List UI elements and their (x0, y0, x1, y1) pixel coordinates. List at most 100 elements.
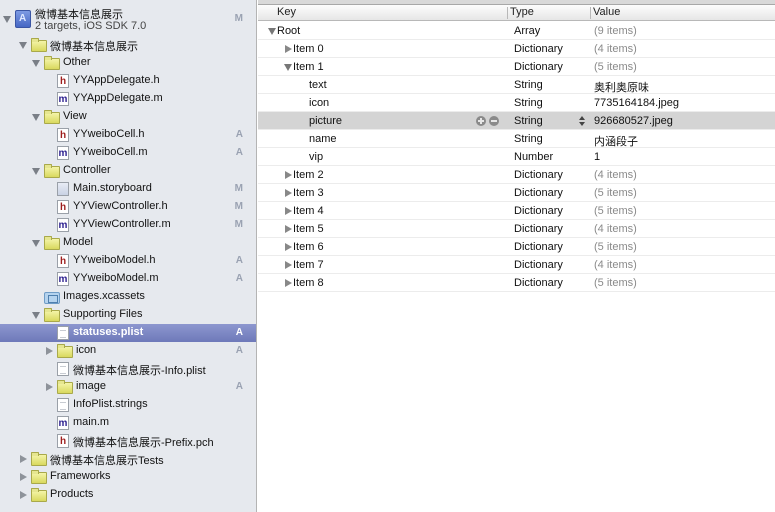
plist-row[interactable]: Item 3 Dictionary (5 items) (258, 184, 775, 202)
plist-type[interactable]: String (514, 79, 543, 91)
plist-row[interactable]: text String 奥利奥原味 (258, 76, 775, 94)
plist-type[interactable]: Dictionary (514, 187, 563, 199)
navigator-item[interactable]: h YYAppDelegate.h (0, 72, 256, 90)
disclosure-open-icon[interactable] (2, 14, 12, 24)
plist-type[interactable]: Dictionary (514, 205, 563, 217)
plist-value[interactable]: (5 items) (594, 205, 637, 217)
plist-type[interactable]: Array (514, 25, 540, 37)
navigator-item[interactable]: image A (0, 378, 256, 396)
navigator-item[interactable]: View (0, 108, 256, 126)
plist-value[interactable]: 7735164184.jpeg (594, 97, 679, 109)
plist-row[interactable]: Root Array (9 items) (258, 22, 775, 40)
navigator-item[interactable]: m YYweiboCell.m A (0, 144, 256, 162)
plist-key[interactable]: vip (309, 151, 323, 163)
column-divider[interactable] (590, 7, 591, 19)
navigator-item[interactable]: 微博基本信息展示 (0, 36, 256, 54)
plist-type[interactable]: Dictionary (514, 277, 563, 289)
disclosure-closed-icon[interactable] (283, 188, 293, 198)
navigator-item[interactable]: m YYAppDelegate.m (0, 90, 256, 108)
plist-value[interactable]: (5 items) (594, 277, 637, 289)
plist-value[interactable]: (4 items) (594, 43, 637, 55)
navigator-item[interactable]: InfoPlist.strings (0, 396, 256, 414)
plist-type[interactable]: Number (514, 151, 553, 163)
plist-row[interactable]: Item 7 Dictionary (4 items) (258, 256, 775, 274)
disclosure-closed-icon[interactable] (283, 224, 293, 234)
disclosure-closed-icon[interactable] (283, 170, 293, 180)
navigator-item[interactable]: statuses.plist A (0, 324, 256, 342)
disclosure-open-icon[interactable] (31, 310, 41, 320)
plist-row[interactable]: vip Number 1 (258, 148, 775, 166)
navigator-item[interactable]: Supporting Files (0, 306, 256, 324)
type-stepper-icon[interactable] (578, 115, 586, 127)
disclosure-open-icon[interactable] (31, 166, 41, 176)
column-header-type[interactable]: Type (510, 6, 534, 18)
navigator-item[interactable]: m main.m (0, 414, 256, 432)
plist-row[interactable]: Item 6 Dictionary (5 items) (258, 238, 775, 256)
disclosure-closed-icon[interactable] (283, 260, 293, 270)
plist-value[interactable]: (9 items) (594, 25, 637, 37)
plist-type[interactable]: Dictionary (514, 241, 563, 253)
disclosure-closed-icon[interactable] (18, 472, 28, 482)
disclosure-closed-icon[interactable] (44, 382, 54, 392)
disclosure-open-icon[interactable] (18, 40, 28, 50)
remove-row-icon[interactable] (489, 116, 499, 126)
plist-key[interactable]: Item 1 (293, 61, 324, 73)
disclosure-closed-icon[interactable] (283, 206, 293, 216)
plist-key[interactable]: Root (277, 25, 300, 37)
disclosure-open-icon[interactable] (31, 58, 41, 68)
plist-value[interactable]: (4 items) (594, 169, 637, 181)
navigator-item[interactable]: h YYweiboCell.h A (0, 126, 256, 144)
project-root-row[interactable]: 微博基本信息展示 2 targets, iOS SDK 7.0 M (0, 4, 256, 34)
plist-key[interactable]: Item 4 (293, 205, 324, 217)
plist-type[interactable]: Dictionary (514, 223, 563, 235)
plist-key[interactable]: Item 7 (293, 259, 324, 271)
disclosure-closed-icon[interactable] (18, 490, 28, 500)
plist-type[interactable]: Dictionary (514, 169, 563, 181)
disclosure-open-icon[interactable] (31, 238, 41, 248)
navigator-item[interactable]: h 微博基本信息展示-Prefix.pch (0, 432, 256, 450)
column-divider[interactable] (507, 7, 508, 19)
plist-key[interactable]: icon (309, 97, 329, 109)
plist-value[interactable]: 926680527.jpeg (594, 115, 673, 127)
disclosure-closed-icon[interactable] (44, 346, 54, 356)
navigator-item[interactable]: h YYweiboModel.h A (0, 252, 256, 270)
disclosure-open-icon[interactable] (283, 62, 293, 72)
plist-value[interactable]: (5 items) (594, 61, 637, 73)
column-header-key[interactable]: Key (277, 6, 296, 18)
navigator-item[interactable]: h YYViewController.h M (0, 198, 256, 216)
plist-type[interactable]: String (514, 115, 543, 127)
disclosure-open-icon[interactable] (31, 112, 41, 122)
plist-key[interactable]: Item 6 (293, 241, 324, 253)
plist-row[interactable]: picture String 926680527.jpeg (258, 112, 775, 130)
navigator-item[interactable]: Main.storyboard M (0, 180, 256, 198)
disclosure-open-icon[interactable] (267, 26, 277, 36)
plist-key[interactable]: Item 2 (293, 169, 324, 181)
navigator-item[interactable]: icon A (0, 342, 256, 360)
disclosure-closed-icon[interactable] (18, 454, 28, 464)
plist-type[interactable]: String (514, 133, 543, 145)
navigator-item[interactable]: 微博基本信息展示-Info.plist (0, 360, 256, 378)
plist-key[interactable]: name (309, 133, 337, 145)
plist-type[interactable]: Dictionary (514, 259, 563, 271)
plist-row[interactable]: Item 5 Dictionary (4 items) (258, 220, 775, 238)
navigator-item[interactable]: Frameworks (0, 468, 256, 486)
plist-value[interactable]: (5 items) (594, 241, 637, 253)
plist-type[interactable]: String (514, 97, 543, 109)
plist-value[interactable]: 奥利奥原味 (594, 79, 649, 95)
plist-row[interactable]: Item 1 Dictionary (5 items) (258, 58, 775, 76)
plist-row[interactable]: icon String 7735164184.jpeg (258, 94, 775, 112)
plist-value[interactable]: (4 items) (594, 223, 637, 235)
plist-row[interactable]: Item 8 Dictionary (5 items) (258, 274, 775, 292)
navigator-item[interactable]: m YYweiboModel.m A (0, 270, 256, 288)
plist-key[interactable]: Item 5 (293, 223, 324, 235)
navigator-item[interactable]: Controller (0, 162, 256, 180)
navigator-item[interactable]: Products (0, 486, 256, 504)
plist-value[interactable]: (5 items) (594, 187, 637, 199)
plist-row[interactable]: Item 2 Dictionary (4 items) (258, 166, 775, 184)
plist-type[interactable]: Dictionary (514, 43, 563, 55)
column-header-value[interactable]: Value (593, 6, 620, 18)
disclosure-closed-icon[interactable] (283, 242, 293, 252)
plist-value[interactable]: 1 (594, 151, 600, 163)
plist-key[interactable]: Item 0 (293, 43, 324, 55)
plist-key[interactable]: text (309, 79, 327, 91)
